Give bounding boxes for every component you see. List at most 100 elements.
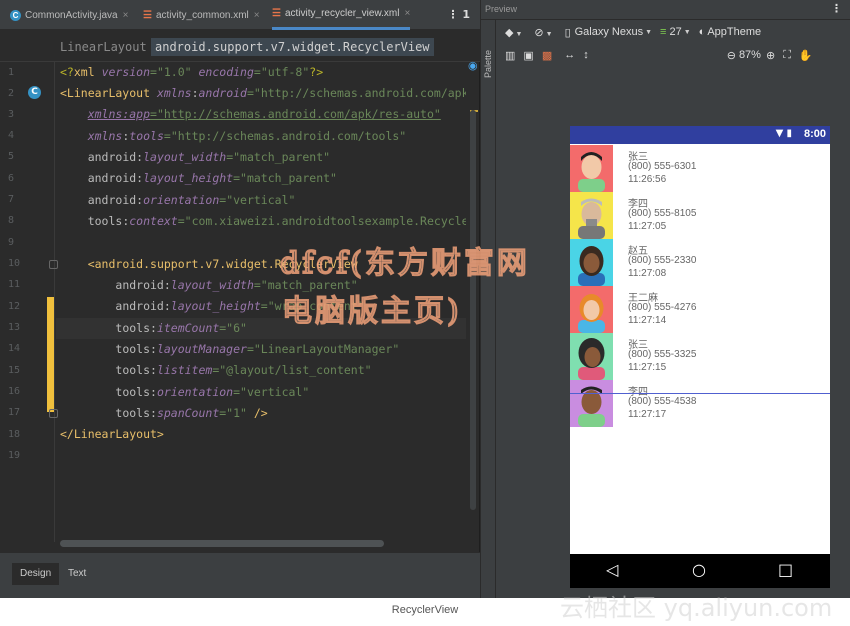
tab-label: CommonActivity.java <box>25 9 118 21</box>
line-number: 18 <box>8 429 21 440</box>
line-number: 14 <box>8 343 21 354</box>
preview-header: Preview ⋮ <box>481 0 850 20</box>
avatar <box>570 333 613 380</box>
line-number: 13 <box>8 322 21 333</box>
api-level-selector[interactable]: 27 <box>669 26 681 38</box>
preview-toolbar-secondary: ▥ ▣ ▩ ↔ ↕ ⊖ 87% ⊕ ⛶ ✋ <box>497 44 850 66</box>
code-line-current: tools:itemCount="6" <box>115 321 247 335</box>
avatar <box>570 145 613 192</box>
line-number: 4 <box>8 130 15 141</box>
code-line: tools:listitem="@layout/list_content" <box>115 363 372 377</box>
line-number: 2 <box>8 88 15 99</box>
tab-label: activity_common.xml <box>155 9 249 21</box>
list-item[interactable]: 张三 (800) 555-6301 11:26:56 <box>570 145 830 192</box>
line-number: 19 <box>8 450 21 461</box>
android-api-icon: ≡ <box>660 26 667 38</box>
code-line: xmlns:tools="http://schemas.android.com/… <box>87 129 407 143</box>
palette-strip[interactable]: Palette <box>481 20 496 598</box>
horizontal-scrollbar[interactable] <box>60 540 384 547</box>
contact-phone: (800) 555-4276 <box>628 302 697 313</box>
resize-vertical-icon[interactable]: ↕ <box>583 49 589 61</box>
contact-phone: (800) 555-3325 <box>628 349 697 360</box>
avatar <box>570 380 613 427</box>
eye-icon[interactable]: ◉ <box>468 59 478 72</box>
code-line: <?xml version="1.0" encoding="utf-8"?> <box>60 65 324 79</box>
avatar <box>570 239 613 286</box>
recents-icon[interactable]: □ <box>778 560 793 579</box>
line-number: 1 <box>8 67 15 78</box>
design-view-icon[interactable]: ▥ <box>505 49 515 62</box>
layout-mode-icon[interactable]: ▩ <box>542 49 552 62</box>
pan-hand-icon[interactable]: ✋ <box>799 49 813 62</box>
resize-horizontal-icon[interactable]: ↔ <box>564 49 575 61</box>
line-number-gutter: 1 2 3 4 5 6 7 8 9 10 11 12 13 14 15 16 1… <box>0 62 58 542</box>
java-class-icon: C <box>10 9 21 21</box>
theme-selector[interactable]: AppTheme <box>707 26 761 38</box>
close-icon[interactable]: × <box>254 10 260 21</box>
contact-time: 11:27:08 <box>628 268 667 279</box>
code-line: android:layout_height="match_parent" <box>87 171 337 185</box>
wifi-battery-icon: ▼ ▮ <box>775 128 792 139</box>
close-icon[interactable]: × <box>404 8 410 19</box>
contact-phone: (800) 555-6301 <box>628 161 697 172</box>
line-number: 10 <box>8 258 21 269</box>
orientation-icon[interactable]: ⊘ ▼ <box>534 26 552 39</box>
list-item[interactable]: 张三 (800) 555-3325 11:27:15 <box>570 333 830 380</box>
avatar <box>570 286 613 333</box>
tab-common-activity-java[interactable]: C CommonActivity.java × <box>10 0 128 30</box>
zoom-out-icon[interactable]: ⊖ <box>727 49 736 62</box>
chevron-down-icon: ▼ <box>645 28 653 36</box>
contact-phone: (800) 555-4538 <box>628 396 697 407</box>
close-icon[interactable]: × <box>123 10 129 21</box>
home-icon[interactable]: ○ <box>692 560 706 579</box>
breadcrumb-item-current[interactable]: android.support.v7.widget.RecyclerView <box>151 38 434 56</box>
selection-bounds-line <box>570 393 830 394</box>
code-editor-panel: C CommonActivity.java × ☰ activity_commo… <box>0 0 480 598</box>
tab-design[interactable]: Design <box>12 563 60 585</box>
line-number: 6 <box>8 173 15 184</box>
list-item[interactable]: 王二麻 (800) 555-4276 11:27:14 <box>570 286 830 333</box>
blueprint-view-icon[interactable]: ▣ <box>523 49 533 62</box>
avatar <box>570 192 613 239</box>
breadcrumb-item[interactable]: LinearLayout <box>56 38 151 56</box>
line-number: 12 <box>8 301 21 312</box>
preview-toolbar: ◆ ▼ ⊘ ▼ ▯ Galaxy Nexus ▼ ≡ 27 ▼ ◐ AppTheme <box>497 20 850 44</box>
device-selector[interactable]: Galaxy Nexus <box>575 26 643 38</box>
contact-time: 11:27:14 <box>628 315 667 326</box>
code-area[interactable]: <?xml version="1.0" encoding="utf-8"?> <… <box>56 62 466 542</box>
line-number: 15 <box>8 365 21 376</box>
breadcrumb: LinearLayout android.support.v7.widget.R… <box>0 30 480 62</box>
navigation-bar: ◁ ○ □ <box>570 554 830 588</box>
zoom-fit-icon[interactable]: ⛶ <box>783 49 791 62</box>
code-line: tools:orientation="vertical" <box>115 385 310 399</box>
tab-text[interactable]: Text <box>60 563 94 585</box>
figure-caption: RecyclerView <box>391 604 459 616</box>
palette-label[interactable]: Palette <box>483 50 493 78</box>
zoom-in-icon[interactable]: ⊕ <box>766 49 775 62</box>
back-icon[interactable]: ◁ <box>606 560 618 579</box>
code-line: <LinearLayout xmlns:android="http://sche… <box>60 86 466 100</box>
list-item[interactable]: 李四 (800) 555-8105 11:27:05 <box>570 192 830 239</box>
vertical-scrollbar[interactable] <box>470 110 476 510</box>
device-icon[interactable]: ▯ <box>565 26 571 39</box>
device-screen[interactable]: ▼ ▮ 8:00 张三 (800) 555-6301 11:26:56 李四 (… <box>570 126 830 588</box>
tab-activity-recycler-view-xml[interactable]: ☰ activity_recycler_view.xml × <box>272 0 411 30</box>
line-number: 11 <box>8 279 21 290</box>
contact-time: 11:27:05 <box>628 221 667 232</box>
list-item[interactable]: 赵五 (800) 555-2330 11:27:08 <box>570 239 830 286</box>
tab-activity-common-xml[interactable]: ☰ activity_common.xml × <box>143 0 260 30</box>
preview-overflow-menu-icon[interactable]: ⋮ <box>831 2 842 15</box>
layout-xml-icon: ☰ <box>143 9 152 21</box>
layers-icon[interactable]: ◆ ▼ <box>505 26 522 39</box>
design-canvas[interactable]: ▼ ▮ 8:00 张三 (800) 555-6301 11:26:56 李四 (… <box>497 66 850 598</box>
layout-binding-icon[interactable]: C <box>28 86 41 99</box>
list-item[interactable]: 李四 (800) 555-4538 11:27:17 <box>570 380 830 427</box>
line-number: 5 <box>8 151 15 162</box>
chevron-down-icon: ▼ <box>683 28 691 36</box>
ide-window: C CommonActivity.java × ☰ activity_commo… <box>0 0 850 598</box>
line-number: 3 <box>8 109 15 120</box>
contact-time: 11:27:17 <box>628 409 667 420</box>
editor-tab-bar: C CommonActivity.java × ☰ activity_commo… <box>0 0 480 30</box>
code-line: <android.support.v7.widget.RecyclerView <box>87 257 358 271</box>
tab-overflow-menu-icon[interactable]: ⋮ 1 <box>448 8 470 21</box>
